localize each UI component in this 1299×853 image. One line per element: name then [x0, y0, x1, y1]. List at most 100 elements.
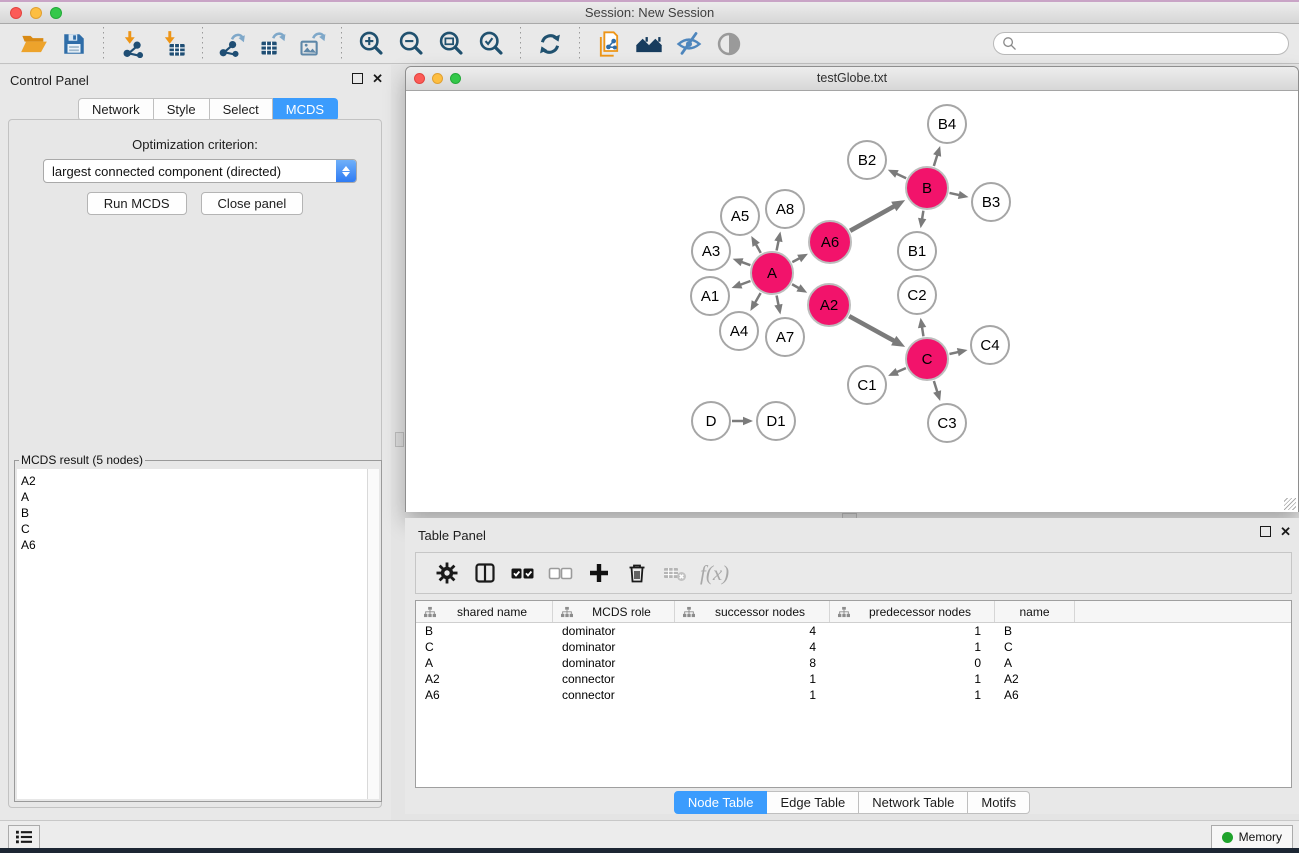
- table-cell[interactable]: A2: [416, 671, 553, 687]
- resize-grip-icon[interactable]: [1284, 498, 1296, 510]
- tab-style[interactable]: Style: [154, 98, 210, 121]
- tab-mcds[interactable]: MCDS: [273, 98, 338, 121]
- table-cell[interactable]: C: [416, 639, 553, 655]
- graph-node-A7[interactable]: A7: [766, 318, 804, 356]
- import-network-icon[interactable]: [118, 29, 148, 59]
- result-item-c[interactable]: C: [17, 521, 379, 537]
- refresh-layout-icon[interactable]: [535, 29, 565, 59]
- import-table-icon[interactable]: [158, 29, 188, 59]
- float-panel-icon[interactable]: [352, 73, 363, 84]
- tab-network[interactable]: Network: [78, 98, 154, 121]
- graph-node-A[interactable]: A: [751, 252, 793, 294]
- delete-table-icon[interactable]: [660, 559, 690, 587]
- table-cell[interactable]: A2: [995, 671, 1075, 687]
- show-columns-icon[interactable]: [470, 559, 500, 587]
- deselect-checks-icon[interactable]: [546, 559, 576, 587]
- zoom-in-icon[interactable]: [356, 29, 386, 59]
- tab-edge-table[interactable]: Edge Table: [767, 791, 859, 814]
- settings-icon[interactable]: [432, 559, 462, 587]
- export-image-icon[interactable]: [297, 29, 327, 59]
- graph-node-A3[interactable]: A3: [692, 232, 730, 270]
- tab-network-table[interactable]: Network Table: [859, 791, 968, 814]
- table-cell[interactable]: 1: [830, 671, 995, 687]
- graph-node-C4[interactable]: C4: [971, 326, 1009, 364]
- table-cell[interactable]: connector: [553, 687, 675, 703]
- result-list-scrollbar[interactable]: [367, 469, 379, 799]
- graph-node-A5[interactable]: A5: [721, 197, 759, 235]
- table-cell[interactable]: 0: [830, 655, 995, 671]
- column-header-predecessor-nodes[interactable]: predecessor nodes: [830, 601, 995, 622]
- column-header-name[interactable]: name: [995, 601, 1075, 622]
- graph-node-D1[interactable]: D1: [757, 402, 795, 440]
- float-table-panel-icon[interactable]: [1260, 526, 1271, 537]
- graph-node-B4[interactable]: B4: [928, 105, 966, 143]
- table-cell[interactable]: A: [416, 655, 553, 671]
- table-cell[interactable]: dominator: [553, 639, 675, 655]
- table-cell[interactable]: 1: [830, 639, 995, 655]
- table-cell[interactable]: connector: [553, 671, 675, 687]
- close-table-panel-icon[interactable]: ✕: [1280, 526, 1291, 537]
- vertical-splitter-handle[interactable]: [395, 432, 404, 447]
- column-header-successor-nodes[interactable]: successor nodes: [675, 601, 830, 622]
- table-cell[interactable]: C: [995, 639, 1075, 655]
- show-all-icon[interactable]: [714, 29, 744, 59]
- graph-node-C1[interactable]: C1: [848, 366, 886, 404]
- column-header-shared-name[interactable]: shared name: [416, 601, 553, 622]
- graph-node-D[interactable]: D: [692, 402, 730, 440]
- table-cell[interactable]: A6: [995, 687, 1075, 703]
- result-item-a2[interactable]: A2: [17, 473, 379, 489]
- graph-node-B2[interactable]: B2: [848, 141, 886, 179]
- graph-node-C2[interactable]: C2: [898, 276, 936, 314]
- network-canvas[interactable]: AA1A3A4A5A7A8A6A2BB1B2B3B4CC1C2C3C4DD1: [406, 91, 1298, 512]
- table-row-a6[interactable]: A6connector11A6: [416, 687, 1291, 703]
- table-cell[interactable]: dominator: [553, 623, 675, 639]
- table-row-a[interactable]: Adominator80A: [416, 655, 1291, 671]
- graph-node-A8[interactable]: A8: [766, 190, 804, 228]
- graph-node-B1[interactable]: B1: [898, 232, 936, 270]
- graph-node-A4[interactable]: A4: [720, 312, 758, 350]
- table-row-a2[interactable]: A2connector11A2: [416, 671, 1291, 687]
- graph-node-B3[interactable]: B3: [972, 183, 1010, 221]
- table-cell[interactable]: A: [995, 655, 1075, 671]
- delete-column-icon[interactable]: [622, 559, 652, 587]
- table-cell[interactable]: 1: [675, 687, 830, 703]
- table-cell[interactable]: 1: [675, 671, 830, 687]
- close-panel-icon[interactable]: ✕: [372, 73, 383, 84]
- result-item-b[interactable]: B: [17, 505, 379, 521]
- graph-node-A2[interactable]: A2: [808, 284, 850, 326]
- table-cell[interactable]: A6: [416, 687, 553, 703]
- graph-node-C3[interactable]: C3: [928, 404, 966, 442]
- table-cell[interactable]: B: [416, 623, 553, 639]
- tab-node-table[interactable]: Node Table: [674, 791, 768, 814]
- hide-selected-icon[interactable]: [674, 29, 704, 59]
- search-field[interactable]: [993, 32, 1289, 55]
- task-history-button[interactable]: [8, 825, 40, 849]
- run-mcds-button[interactable]: Run MCDS: [87, 192, 187, 215]
- clone-network-icon[interactable]: [594, 29, 624, 59]
- table-cell[interactable]: dominator: [553, 655, 675, 671]
- table-cell[interactable]: 4: [675, 623, 830, 639]
- add-column-icon[interactable]: [584, 559, 614, 587]
- zoom-selected-icon[interactable]: [476, 29, 506, 59]
- table-cell[interactable]: B: [995, 623, 1075, 639]
- save-session-icon[interactable]: [59, 29, 89, 59]
- criterion-dropdown[interactable]: largest connected component (directed): [43, 159, 357, 183]
- tab-select[interactable]: Select: [210, 98, 273, 121]
- tab-motifs[interactable]: Motifs: [968, 791, 1030, 814]
- zoom-out-icon[interactable]: [396, 29, 426, 59]
- table-cell[interactable]: 4: [675, 639, 830, 655]
- result-item-a[interactable]: A: [17, 489, 379, 505]
- table-row-c[interactable]: Cdominator41C: [416, 639, 1291, 655]
- table-row-b[interactable]: Bdominator41B: [416, 623, 1291, 639]
- memory-button[interactable]: Memory: [1211, 825, 1293, 849]
- graph-node-C[interactable]: C: [906, 338, 948, 380]
- table-cell[interactable]: 8: [675, 655, 830, 671]
- result-item-a6[interactable]: A6: [17, 537, 379, 553]
- search-input[interactable]: [1022, 36, 1288, 52]
- table-cell[interactable]: 1: [830, 623, 995, 639]
- column-header-mcds-role[interactable]: MCDS role: [553, 601, 675, 622]
- zoom-fit-icon[interactable]: [436, 29, 466, 59]
- export-table-icon[interactable]: [257, 29, 287, 59]
- graph-node-A6[interactable]: A6: [809, 221, 851, 263]
- table-cell[interactable]: 1: [830, 687, 995, 703]
